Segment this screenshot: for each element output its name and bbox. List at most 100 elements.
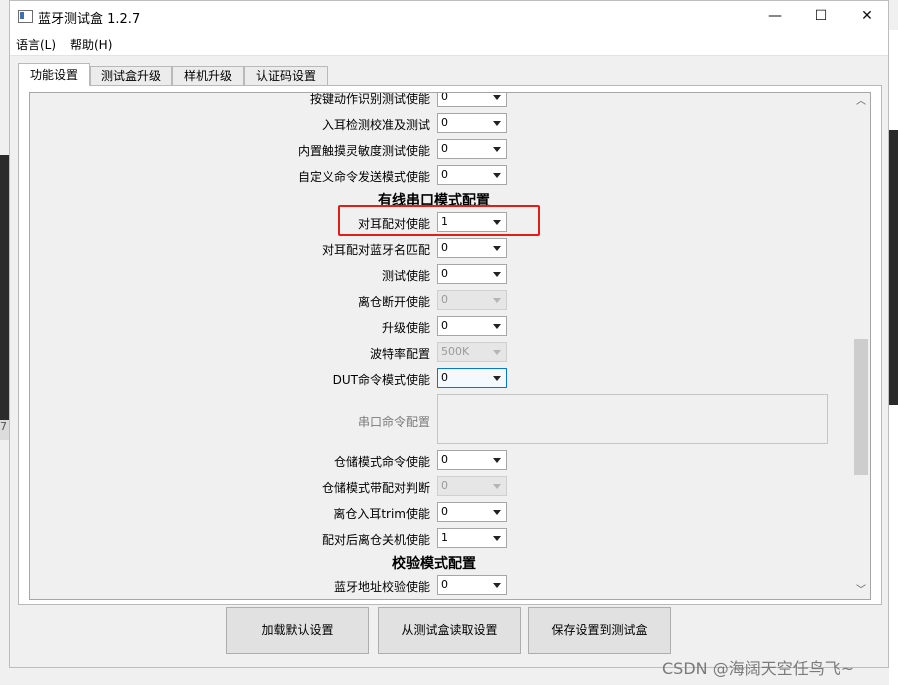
- chevron-down-icon: [493, 121, 501, 126]
- setting-label: 内置触摸灵敏度测试使能: [297, 144, 430, 158]
- setting-row: 自定义命令发送模式使能 0: [30, 165, 852, 187]
- setting-label: 蓝牙地址校验使能: [333, 580, 430, 594]
- setting-row: 离仓入耳trim使能 0: [30, 502, 852, 524]
- annotation-highlight-box: [338, 205, 540, 236]
- menu-help[interactable]: 帮助(H): [70, 36, 112, 53]
- background-left-text: 7: [0, 420, 9, 440]
- save-to-box-button[interactable]: 保存设置到测试盒: [528, 607, 671, 654]
- combo-value: 0: [441, 505, 448, 518]
- setting-row: 升级使能 0: [30, 316, 852, 338]
- setting-row: 仓储模式带配对判断 0: [30, 476, 852, 498]
- setting-combo[interactable]: 0: [437, 450, 507, 470]
- window-title: 蓝牙测试盒 1.2.7: [38, 12, 141, 27]
- setting-combo-disabled: 0: [437, 290, 507, 310]
- setting-label: DUT命令模式使能: [332, 373, 430, 387]
- section-title-verify: 校验模式配置: [392, 556, 476, 572]
- combo-value: 0: [441, 453, 448, 466]
- setting-label: 自定义命令发送模式使能: [297, 170, 430, 184]
- setting-row: 配对后离仓关机使能 1: [30, 528, 852, 550]
- setting-label: 波特率配置: [369, 347, 430, 361]
- setting-combo[interactable]: 0: [437, 264, 507, 284]
- setting-combo[interactable]: 0: [437, 238, 507, 258]
- setting-combo-disabled: 500K: [437, 342, 507, 362]
- combo-value: 0: [441, 116, 448, 129]
- read-from-box-button[interactable]: 从测试盒读取设置: [378, 607, 521, 654]
- watermark: CSDN @海阔天空任鸟飞~: [662, 659, 855, 678]
- setting-combo[interactable]: 0: [437, 113, 507, 133]
- setting-combo[interactable]: 0: [437, 575, 507, 595]
- setting-combo[interactable]: 0: [437, 316, 507, 336]
- setting-row: 内置触摸灵敏度测试使能 0: [30, 139, 852, 161]
- tab-function-settings[interactable]: 功能设置: [18, 63, 90, 86]
- combo-value: 0: [441, 241, 448, 254]
- app-icon: [18, 10, 33, 23]
- combo-value: 0: [441, 479, 448, 492]
- combo-value: 500K: [441, 345, 470, 358]
- setting-label: 按键动作识别测试使能: [309, 92, 430, 106]
- setting-combo[interactable]: 1: [437, 528, 507, 548]
- chevron-down-icon: [493, 510, 501, 515]
- vertical-scrollbar[interactable]: ︿ ﹀: [852, 93, 870, 599]
- chevron-down-icon: [493, 272, 501, 277]
- tab-device-upgrade[interactable]: 样机升级: [172, 66, 244, 85]
- background-right-top: [889, 30, 898, 130]
- app-window: 蓝牙测试盒 1.2.7 — ☐ ✕ 语言(L) 帮助(H) 功能设置 测试盒升级…: [9, 0, 889, 668]
- minimize-button[interactable]: —: [752, 1, 798, 31]
- setting-combo-disabled: 0: [437, 476, 507, 496]
- setting-label: 对耳配对蓝牙名匹配: [321, 243, 430, 257]
- serial-command-label: 串口命令配置: [357, 415, 430, 429]
- close-button[interactable]: ✕: [844, 1, 890, 31]
- setting-row: 离仓断开使能 0: [30, 290, 852, 312]
- combo-value: 0: [441, 267, 448, 280]
- setting-combo[interactable]: 0: [437, 92, 507, 107]
- tab-testbox-upgrade[interactable]: 测试盒升级: [90, 66, 172, 85]
- menu-language[interactable]: 语言(L): [16, 36, 56, 53]
- chevron-down-icon: [493, 350, 501, 355]
- chevron-down-icon: [493, 147, 501, 152]
- settings-content: 按键动作识别测试使能 0 入耳检测校准及测试 0 内置触摸灵敏度测试使能 0 自…: [30, 92, 852, 599]
- setting-label: 入耳检测校准及测试: [321, 118, 430, 132]
- combo-value: 0: [441, 319, 448, 332]
- chevron-down-icon: [493, 246, 501, 251]
- function-settings-panel: 按键动作识别测试使能 0 入耳检测校准及测试 0 内置触摸灵敏度测试使能 0 自…: [18, 85, 882, 605]
- combo-value: 0: [441, 371, 448, 384]
- scroll-down-icon[interactable]: ﹀: [852, 582, 870, 599]
- setting-label: 离仓断开使能: [357, 295, 430, 309]
- setting-label: 仓储模式命令使能: [333, 455, 430, 469]
- chevron-down-icon: [493, 173, 501, 178]
- load-default-button[interactable]: 加载默认设置: [226, 607, 369, 654]
- settings-scroll-area[interactable]: 按键动作识别测试使能 0 入耳检测校准及测试 0 内置触摸灵敏度测试使能 0 自…: [29, 92, 871, 600]
- background-left-strip: [0, 155, 9, 420]
- setting-combo[interactable]: 0: [437, 165, 507, 185]
- combo-value: 0: [441, 168, 448, 181]
- chevron-down-icon: [493, 95, 501, 100]
- scroll-up-icon[interactable]: ︿: [852, 93, 870, 110]
- chevron-down-icon: [493, 536, 501, 541]
- title-bar[interactable]: 蓝牙测试盒 1.2.7 — ☐ ✕: [10, 1, 888, 33]
- setting-row: 对耳配对蓝牙名匹配 0: [30, 238, 852, 260]
- combo-value: 0: [441, 142, 448, 155]
- maximize-button[interactable]: ☐: [798, 1, 844, 31]
- setting-row: 入耳检测校准及测试 0: [30, 113, 852, 135]
- setting-label: 离仓入耳trim使能: [333, 507, 430, 521]
- setting-row: 测试使能 0: [30, 264, 852, 286]
- setting-combo[interactable]: 0: [437, 139, 507, 159]
- setting-combo[interactable]: 0: [437, 368, 507, 388]
- menu-bar: 语言(L) 帮助(H): [10, 33, 888, 56]
- chevron-down-icon: [493, 298, 501, 303]
- chevron-down-icon: [493, 324, 501, 329]
- setting-row: DUT命令模式使能 0: [30, 368, 852, 390]
- combo-value: 0: [441, 92, 448, 103]
- serial-command-input: [437, 394, 828, 444]
- tab-auth-code-settings[interactable]: 认证码设置: [244, 66, 328, 85]
- chevron-down-icon: [493, 484, 501, 489]
- setting-row: 蓝牙地址校验使能 0: [30, 575, 852, 597]
- setting-combo[interactable]: 0: [437, 502, 507, 522]
- setting-label: 测试使能: [381, 269, 430, 283]
- chevron-down-icon: [493, 376, 501, 381]
- setting-label: 配对后离仓关机使能: [321, 533, 430, 547]
- chevron-down-icon: [493, 583, 501, 588]
- scrollbar-thumb[interactable]: [854, 339, 868, 475]
- combo-value: 0: [441, 293, 448, 306]
- setting-label: 仓储模式带配对判断: [321, 481, 430, 495]
